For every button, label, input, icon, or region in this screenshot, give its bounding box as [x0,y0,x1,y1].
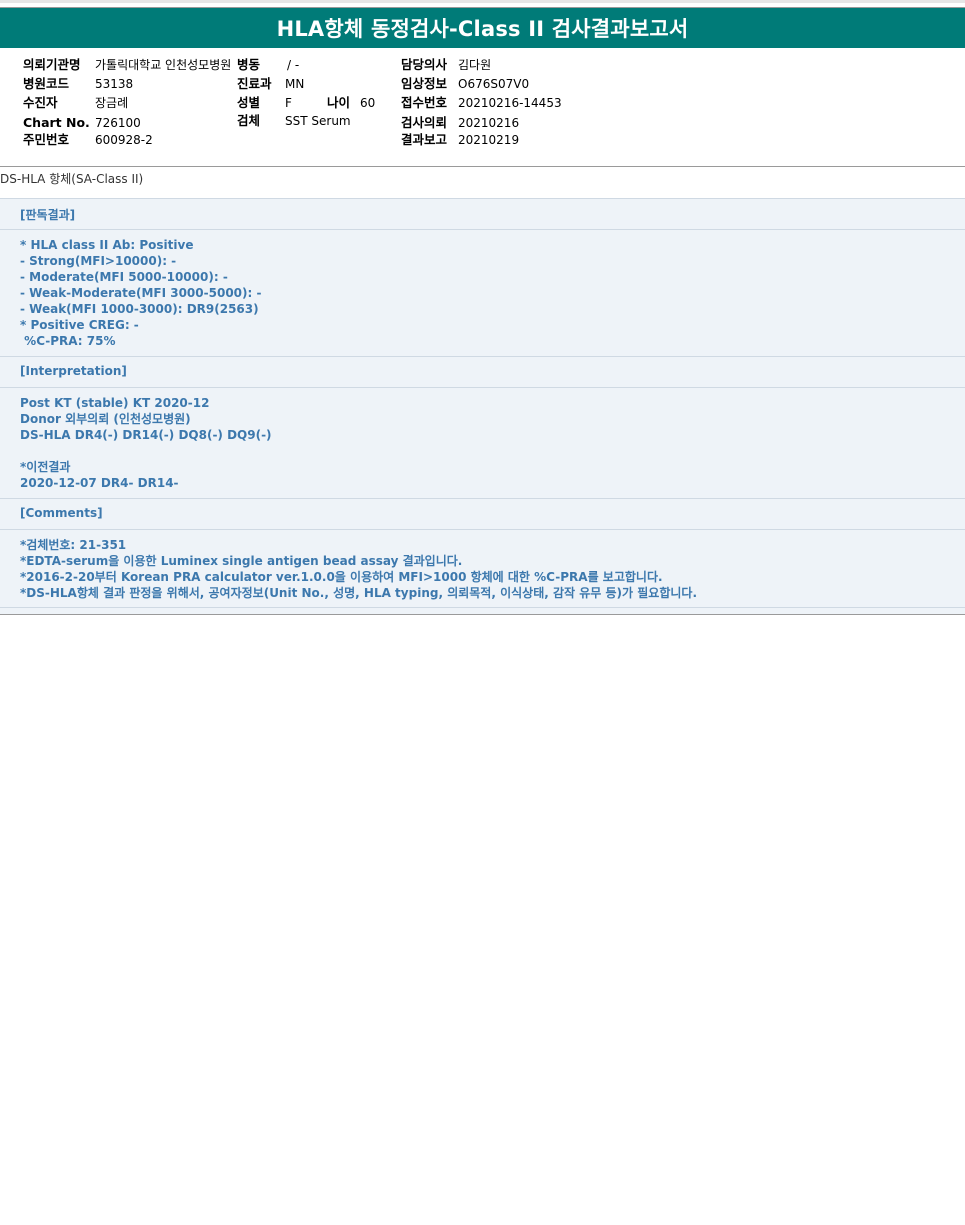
accession-label: 접수번호 [401,95,448,110]
result-line: - Strong(MFI>10000): - [20,254,177,268]
age-value: 60 [360,96,376,110]
divider [0,387,965,388]
title-bar: HLA항체 동정검사-Class II 검사결과보고서 [0,7,965,48]
chart-no-value: 726100 [95,116,141,130]
divider [0,607,965,608]
divider [0,356,965,357]
accession-value: 20210216-14453 [458,96,562,110]
sex-value: F [285,96,292,110]
request-date-value: 20210216 [458,116,520,130]
page-title: HLA항체 동정검사-Class II 검사결과보고서 [276,17,689,41]
comments-header: [Comments] [20,506,103,520]
specimen-label: 검체 [237,113,261,128]
ward-label: 병동 [237,57,261,72]
comment-line: *검체번호: 21-351 [20,538,127,552]
institution-label: 의뢰기관명 [23,57,81,72]
report-date-label: 결과보고 [401,132,448,147]
section-caption: DS-HLA 항체(SA-Class II) [0,172,144,186]
comment-line: *EDTA-serum을 이용한 Luminex single antigen … [20,554,463,568]
comment-line: *DS-HLA항체 결과 판정을 위해서, 공여자정보(Unit No., 성명… [20,586,697,600]
divider [0,198,965,199]
dept-value: MN [285,77,305,91]
patient-info-block: 의뢰기관명 가톨릭대학교 인천성모병원 병동 / - 담당의사 김다원 병원코드… [0,48,965,167]
doctor-value: 김다원 [458,58,492,72]
comment-line: *2016-2-20부터 Korean PRA calculator ver.1… [20,570,663,584]
report-page: HLA항체 동정검사-Class II 검사결과보고서 의뢰기관명 가톨릭대학교… [0,0,965,1225]
interpretation-line: *이전결과 [20,460,71,474]
doctor-label: 담당의사 [401,57,448,72]
ward-value: / - [287,58,300,72]
resident-no-label: 주민번호 [23,132,70,147]
result-line: - Moderate(MFI 5000-10000): - [20,270,228,284]
clinical-label: 임상정보 [401,76,448,91]
recipient-value: 장금례 [95,96,129,110]
hospital-code-label: 병원코드 [23,76,70,91]
divider [0,529,965,530]
interpretation-line: DS-HLA DR4(-) DR14(-) DQ8(-) DQ9(-) [20,428,272,442]
interpretation-line: Donor 외부의뢰 (인천성모병원) [20,412,191,426]
recipient-label: 수진자 [23,95,58,110]
interpretation-line: 2020-12-07 DR4- DR14- [20,476,179,490]
interpretation-line: Post KT (stable) KT 2020-12 [20,396,210,410]
report-date-value: 20210219 [458,133,520,147]
specimen-value: SST Serum [285,114,351,128]
divider [0,229,965,230]
report-body: [판독결과] * HLA class II Ab: Positive - Str… [0,198,965,615]
institution-value: 가톨릭대학교 인천성모병원 [95,58,232,72]
chart-no-label: Chart No. [23,115,90,130]
clinical-value: O676S07V0 [458,77,530,91]
resident-no-value: 600928-2 [95,133,153,147]
result-line: - Weak(MFI 1000-3000): DR9(2563) [20,302,259,316]
result-header: [판독결과] [20,208,76,222]
divider [0,498,965,499]
result-line: * HLA class II Ab: Positive [20,238,194,252]
dept-label: 진료과 [237,76,272,91]
result-line: * Positive CREG: - [20,318,139,332]
result-line: - Weak-Moderate(MFI 3000-5000): - [20,286,262,300]
interpretation-header: [Interpretation] [20,364,127,378]
request-date-label: 검사의뢰 [401,115,448,130]
hospital-code-value: 53138 [95,77,134,91]
sex-label: 성별 [237,95,261,110]
top-rule [0,0,965,3]
age-label: 나이 [327,95,351,110]
result-line: %C-PRA: 75% [20,334,116,348]
